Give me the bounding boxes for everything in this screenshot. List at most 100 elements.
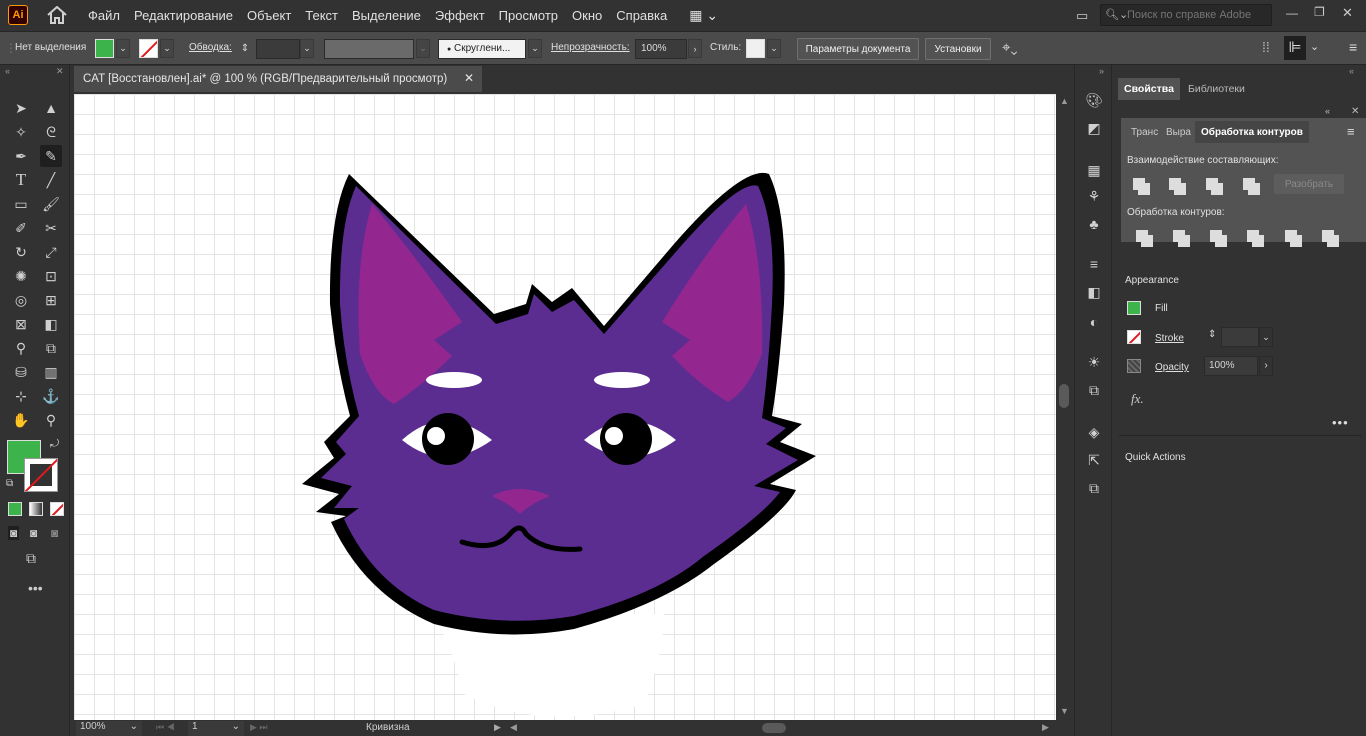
mesh-tool-icon[interactable]: ⊠ — [10, 313, 32, 335]
opacity-label[interactable]: Непрозрачность: — [551, 42, 630, 53]
brushes-icon[interactable]: ⚘ — [1084, 187, 1104, 205]
appearance-stroke-swatch[interactable] — [1127, 330, 1141, 344]
line-tool-icon[interactable]: ╱ — [40, 169, 62, 191]
help-search[interactable]: 🔍︎⌄ — [1100, 4, 1272, 26]
selection-tool-icon[interactable]: ➤ — [10, 97, 32, 119]
scissors-tool-icon[interactable]: ✂ — [40, 217, 62, 239]
menu-object[interactable]: Объект — [247, 8, 291, 23]
document-tab[interactable]: CAT [Восстановлен].ai* @ 100 % (RGB/Пред… — [74, 66, 482, 92]
transparency-icon[interactable]: ◐ — [1084, 313, 1104, 331]
horizontal-scroll-thumb[interactable] — [762, 723, 786, 733]
collapse-panel-icon[interactable]: « — [1349, 66, 1354, 76]
export-icon[interactable]: ⇱ — [1084, 451, 1104, 469]
vertical-scrollbar[interactable]: ▲ ▼ — [1056, 94, 1072, 720]
minimize-icon[interactable]: — — [1286, 6, 1298, 20]
opacity-arrow[interactable]: › — [688, 39, 702, 58]
maximize-icon[interactable]: ❐ — [1314, 5, 1325, 19]
shape-builder-tool-icon[interactable]: ◎ — [10, 289, 32, 311]
crop-icon[interactable] — [1247, 230, 1264, 247]
tab-libraries[interactable]: Библиотеки — [1182, 78, 1251, 100]
artboards-icon[interactable]: ⧉ — [1084, 479, 1104, 497]
warp-tool-icon[interactable]: ✺ — [10, 265, 32, 287]
draw-behind-icon[interactable]: ◙ — [30, 526, 37, 540]
rotate-tool-icon[interactable]: ↻ — [10, 241, 32, 263]
tab-pathfinder[interactable]: Обработка контуров — [1195, 121, 1309, 143]
gradient-tool-icon[interactable]: ◧ — [40, 313, 62, 335]
stroke-panel-icon[interactable]: ≡ — [1084, 255, 1104, 273]
stroke-weight-input[interactable] — [256, 39, 300, 59]
lasso-tool-icon[interactable]: ᘓ — [40, 121, 62, 143]
zoom-level[interactable]: 100% ⌄ — [76, 721, 142, 736]
pathfinder-collapse-icon[interactable]: « — [1325, 106, 1330, 116]
paintbrush-tool-icon[interactable]: 🖌︎ — [40, 193, 62, 215]
gradient-mode-icon[interactable] — [29, 502, 43, 516]
artboard-tool-icon[interactable]: ⊹ — [10, 385, 32, 407]
gradient-panel-icon[interactable]: ◧ — [1084, 283, 1104, 301]
panel-toggle-icon[interactable]: ▭ — [1076, 8, 1088, 24]
menu-effect[interactable]: Эффект — [435, 8, 485, 23]
last-artboard-icon[interactable]: ▶ ⏭ — [250, 722, 268, 733]
minus-back-icon[interactable] — [1322, 230, 1339, 247]
appearance-stroke-label[interactable]: Stroke — [1155, 333, 1184, 344]
expand-button[interactable]: Разобрать — [1274, 174, 1344, 194]
screen-mode-icon[interactable]: ⧉ — [26, 550, 36, 567]
align-panel-icon[interactable]: ⊫ — [1284, 36, 1306, 60]
menu-type[interactable]: Текст — [305, 8, 338, 23]
opacity-input[interactable]: 100% — [635, 39, 687, 59]
help-search-input[interactable] — [1127, 7, 1267, 23]
stroke-weight-stepper-icon[interactable]: ⇕ — [1208, 329, 1216, 340]
merge-icon[interactable] — [1210, 230, 1227, 247]
collapse-tools-icon[interactable]: « — [5, 66, 10, 76]
divide-icon[interactable] — [1136, 230, 1153, 247]
menu-view[interactable]: Просмотр — [499, 8, 558, 23]
collapse-strip-icon[interactable]: » — [1099, 66, 1104, 76]
preferences-button[interactable]: Установки — [925, 38, 991, 60]
home-icon[interactable] — [46, 6, 68, 24]
stroke-swatch[interactable] — [139, 39, 158, 58]
none-mode-icon[interactable] — [50, 502, 64, 516]
close-document-icon[interactable]: ✕ — [464, 71, 474, 85]
fill-dropdown[interactable]: ⌄ — [116, 39, 130, 58]
free-transform-tool-icon[interactable]: ⊡ — [40, 265, 62, 287]
appearance-more-icon[interactable]: ••• — [1332, 415, 1349, 430]
tab-align[interactable]: Выра — [1160, 121, 1197, 143]
menu-window[interactable]: Окно — [572, 8, 602, 23]
eyedropper-tool-icon[interactable]: ⚲ — [10, 337, 32, 359]
draw-normal-icon[interactable]: ◙ — [8, 526, 20, 540]
trim-icon[interactable] — [1173, 230, 1190, 247]
fill-swatch[interactable] — [95, 39, 114, 58]
swap-colors-icon[interactable]: ⤾ — [50, 438, 59, 451]
color-mode-icon[interactable] — [8, 502, 22, 516]
fx-icon[interactable]: fx. — [1131, 391, 1144, 407]
appearance-panel-icon[interactable]: ☀ — [1084, 353, 1104, 371]
appearance-stroke-weight[interactable] — [1221, 327, 1259, 347]
appearance-opacity-input[interactable]: 100% — [1204, 356, 1258, 376]
stroke-color-box[interactable] — [24, 458, 58, 492]
stroke-dropdown[interactable]: ⌄ — [160, 39, 174, 58]
type-tool-icon[interactable]: T — [10, 169, 32, 191]
menu-select[interactable]: Выделение — [352, 8, 421, 23]
symbol-sprayer-tool-icon[interactable]: ⛁ — [10, 361, 32, 383]
swatches-icon[interactable]: ▦ — [1084, 161, 1104, 179]
tab-properties[interactable]: Свойства — [1118, 78, 1180, 100]
shaper-tool-icon[interactable]: ✐ — [10, 217, 32, 239]
stroke-weight-dropdown[interactable]: ⌄ — [300, 39, 314, 58]
rectangle-tool-icon[interactable]: ▭ — [10, 193, 32, 215]
stroke-label[interactable]: Обводка: — [189, 42, 232, 53]
document-setup-button[interactable]: Параметры документа — [797, 38, 919, 60]
status-menu-icon[interactable]: ▶ — [494, 722, 501, 733]
slice-tool-icon[interactable]: ⚓ — [40, 385, 62, 407]
brush-dropdown[interactable]: ⌄ — [528, 39, 542, 58]
variable-width-profile[interactable] — [324, 39, 414, 59]
stroke-weight-stepper[interactable]: ⇕ — [238, 39, 252, 58]
menu-file[interactable]: Файл — [88, 8, 120, 23]
brush-definition[interactable]: ● Скруглени... — [438, 39, 526, 59]
layers-icon[interactable]: ◈ — [1084, 423, 1104, 441]
magic-wand-tool-icon[interactable]: ✧ — [10, 121, 32, 143]
graphic-styles-icon[interactable]: ⧉ — [1084, 381, 1104, 399]
direct-selection-tool-icon[interactable]: ▲ — [40, 97, 62, 119]
artboard-canvas[interactable] — [74, 94, 1056, 720]
zoom-tool-icon[interactable]: ⚲ — [40, 409, 62, 431]
control-bar-menu-icon[interactable]: ≡ — [1349, 39, 1357, 55]
style-swatch[interactable] — [746, 39, 765, 58]
